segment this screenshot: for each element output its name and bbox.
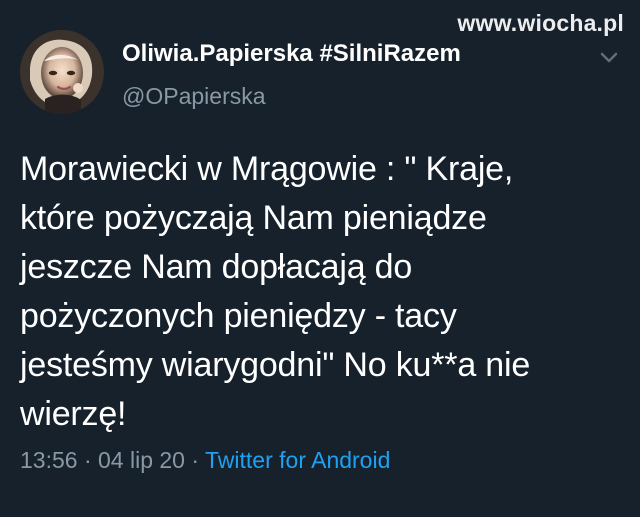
tweet-source-link[interactable]: Twitter for Android — [205, 447, 390, 473]
avatar[interactable] — [20, 30, 104, 114]
tweet-time[interactable]: 13:56 — [20, 447, 78, 473]
tweet-date[interactable]: 04 lip 20 — [98, 447, 185, 473]
meta-separator-source: · — [191, 447, 206, 473]
watermark: www.wiocha.pl — [457, 10, 624, 36]
meta-separator: · — [83, 447, 99, 473]
chevron-down-icon[interactable] — [600, 52, 618, 64]
tweet-card: www.wiocha.pl Oliwia.Papierska #SilniRaz… — [0, 0, 640, 517]
display-name[interactable]: Oliwia.Papierska #SilniRazem — [122, 40, 461, 68]
tweet-text: Morawiecki w Mrągowie : " Kraje, które p… — [20, 150, 531, 433]
avatar-image — [20, 30, 104, 114]
user-handle[interactable]: @OPapierska — [122, 83, 266, 110]
tweet-meta: 13:56 · 04 lip 20 · Twitter for Android — [20, 447, 390, 474]
